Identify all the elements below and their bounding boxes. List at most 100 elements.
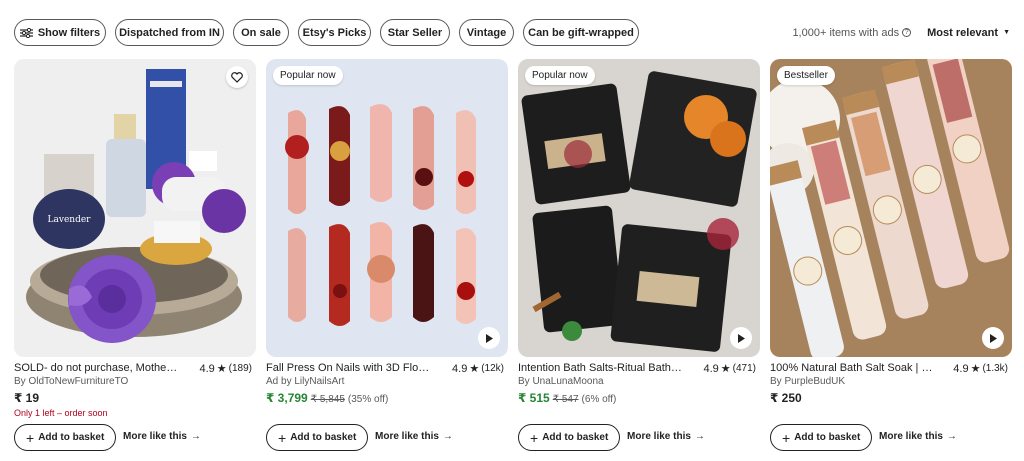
sort-dropdown[interactable]: Most relevant ▼ bbox=[927, 27, 1010, 39]
original-price: ₹ 5,845 bbox=[310, 394, 345, 405]
listing-card[interactable]: Popular now Fall Press On Nails with 3D … bbox=[266, 59, 508, 451]
seller-name[interactable]: By OldToNewFurnitureTO bbox=[14, 376, 128, 387]
listing-title[interactable]: Fall Press On Nails with 3D Floral Desig… bbox=[266, 362, 431, 374]
add-to-basket-button[interactable]: + Add to basket bbox=[770, 424, 873, 451]
add-to-basket-label: Add to basket bbox=[290, 432, 357, 443]
chip-can-be-gift-wrapped[interactable]: Can be gift-wrapped bbox=[523, 19, 639, 46]
play-icon bbox=[738, 333, 745, 343]
rating-value: 4.9 bbox=[953, 362, 969, 375]
arrow-right-icon: → bbox=[946, 431, 957, 442]
show-filters-button[interactable]: Show filters bbox=[14, 19, 106, 46]
listing-image[interactable]: Bestseller bbox=[770, 59, 1012, 357]
more-like-this-label: More like this bbox=[123, 431, 187, 442]
discount: (35% off) bbox=[347, 394, 389, 405]
more-like-this-link[interactable]: More like this → bbox=[375, 431, 453, 442]
title-row: Fall Press On Nails with 3D Floral Desig… bbox=[266, 362, 508, 376]
original-price: ₹ 547 bbox=[552, 394, 579, 405]
add-to-basket-label: Add to basket bbox=[794, 432, 861, 443]
rating-value: 4.9 bbox=[452, 362, 468, 375]
more-like-this-link[interactable]: More like this → bbox=[879, 431, 957, 442]
price-row: ₹ 19 bbox=[14, 391, 39, 405]
price: ₹ 250 bbox=[770, 391, 802, 405]
rating: 4.9 ★ (12k) bbox=[452, 362, 504, 376]
filter-bar: Show filters Dispatched from IN On sale … bbox=[14, 19, 1010, 46]
favorite-button[interactable] bbox=[226, 66, 248, 88]
bath-salt-tubes-image bbox=[770, 59, 1012, 357]
play-icon bbox=[486, 333, 493, 343]
title-row: Intention Bath Salts-Ritual Bath Soak Se… bbox=[518, 362, 760, 376]
sliders-icon bbox=[19, 27, 33, 38]
bath-salts-image bbox=[518, 59, 760, 357]
seller-name[interactable]: Ad by LilyNailsArt bbox=[266, 376, 344, 387]
chip-label: Vintage bbox=[466, 26, 507, 39]
more-like-this-link[interactable]: More like this → bbox=[627, 431, 705, 442]
play-video-button[interactable] bbox=[478, 327, 500, 349]
plus-icon: + bbox=[278, 429, 287, 446]
play-video-button[interactable] bbox=[982, 327, 1004, 349]
star-icon: ★ bbox=[469, 363, 480, 375]
price: ₹ 19 bbox=[14, 391, 40, 405]
low-stock-note: Only 1 left – order soon bbox=[14, 408, 108, 418]
add-to-basket-button[interactable]: + Add to basket bbox=[266, 424, 369, 451]
chip-star-seller[interactable]: Star Seller bbox=[380, 19, 450, 46]
play-video-button[interactable] bbox=[730, 327, 752, 349]
rating-count: (471) bbox=[732, 363, 756, 374]
star-icon: ★ bbox=[720, 363, 731, 375]
chip-on-sale[interactable]: On sale bbox=[233, 19, 289, 46]
plus-icon: + bbox=[782, 429, 791, 446]
chip-vintage[interactable]: Vintage bbox=[459, 19, 514, 46]
plus-icon: + bbox=[530, 429, 539, 446]
listing-title[interactable]: SOLD- do not purchase, Mothers Day Laven… bbox=[14, 362, 179, 374]
bestseller-badge: Bestseller bbox=[777, 66, 835, 85]
chip-dispatched-from-in[interactable]: Dispatched from IN bbox=[115, 19, 224, 46]
sort-label: Most relevant bbox=[927, 26, 999, 39]
chip-label: On sale bbox=[241, 26, 281, 39]
arrow-right-icon: → bbox=[190, 431, 201, 442]
chip-label: Star Seller bbox=[387, 26, 443, 39]
arrow-right-icon: → bbox=[694, 431, 705, 442]
more-like-this-label: More like this bbox=[375, 431, 439, 442]
results-count-text: 1,000+ items with ads bbox=[792, 26, 900, 39]
listing-card[interactable]: Popular now Intention Bath Salts-Ritual … bbox=[518, 59, 760, 451]
gift-basket-image: Lavender bbox=[14, 59, 256, 357]
popular-now-badge: Popular now bbox=[273, 66, 343, 85]
rating: 4.9 ★ (1.3k) bbox=[953, 362, 1008, 376]
price-row: ₹ 250 bbox=[770, 391, 802, 405]
caret-down-icon: ▼ bbox=[1003, 29, 1010, 36]
chip-label: Dispatched from IN bbox=[119, 26, 220, 39]
results-meta: 1,000+ items with ads ? Most relevant ▼ bbox=[792, 19, 1010, 46]
info-icon[interactable]: ? bbox=[902, 28, 912, 37]
more-like-this-link[interactable]: More like this → bbox=[123, 431, 201, 442]
listing-title[interactable]: Intention Bath Salts-Ritual Bath Soak Se… bbox=[518, 362, 683, 374]
svg-text:Lavender: Lavender bbox=[48, 215, 92, 225]
add-to-basket-button[interactable]: + Add to basket bbox=[518, 424, 621, 451]
chip-label: Can be gift-wrapped bbox=[528, 26, 634, 39]
popular-now-badge: Popular now bbox=[525, 66, 595, 85]
listing-card[interactable]: Bestseller 100% Natural Bath Salt Soak |… bbox=[770, 59, 1012, 451]
listing-title[interactable]: 100% Natural Bath Salt Soak | Glass Tube… bbox=[770, 362, 935, 374]
listing-image[interactable]: Popular now bbox=[518, 59, 760, 357]
more-like-this-label: More like this bbox=[879, 431, 943, 442]
play-icon bbox=[990, 333, 997, 343]
rating-count: (1.3k) bbox=[982, 363, 1008, 374]
title-row: 100% Natural Bath Salt Soak | Glass Tube… bbox=[770, 362, 1012, 376]
seller-name[interactable]: By UnaLunaMoona bbox=[518, 376, 604, 387]
rating: 4.9 ★ (471) bbox=[703, 362, 756, 376]
title-row: SOLD- do not purchase, Mothers Day Laven… bbox=[14, 362, 256, 376]
rating-count: (189) bbox=[228, 363, 252, 374]
rating: 4.9 ★ (189) bbox=[199, 362, 252, 376]
chip-etsys-picks[interactable]: Etsy's Picks bbox=[298, 19, 371, 46]
listing-image[interactable]: Popular now bbox=[266, 59, 508, 357]
add-to-basket-button[interactable]: + Add to basket bbox=[14, 424, 117, 451]
press-on-nails-image bbox=[266, 59, 508, 357]
listing-card[interactable]: Lavender SOLD- do not purchase, Mothers … bbox=[14, 59, 256, 451]
plus-icon: + bbox=[26, 429, 35, 446]
star-icon: ★ bbox=[970, 363, 981, 375]
results-count: 1,000+ items with ads ? bbox=[792, 26, 912, 39]
add-to-basket-label: Add to basket bbox=[38, 432, 105, 443]
chip-label: Etsy's Picks bbox=[302, 26, 367, 39]
discount: (6% off) bbox=[581, 394, 617, 405]
listing-image[interactable]: Lavender bbox=[14, 59, 256, 357]
star-icon: ★ bbox=[216, 363, 227, 375]
seller-name[interactable]: By PurpleBudUK bbox=[770, 376, 845, 387]
